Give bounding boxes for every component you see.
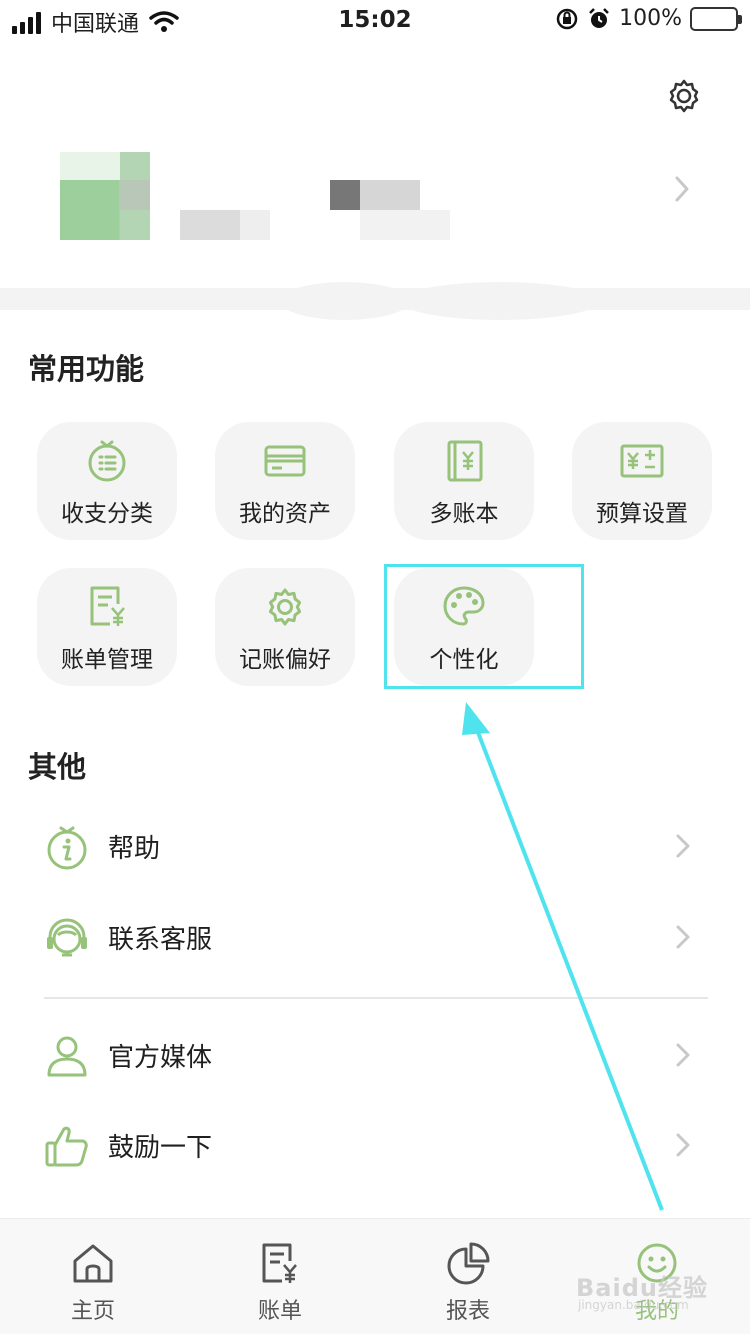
- list-item-encourage[interactable]: 鼓励一下: [0, 1105, 750, 1185]
- chevron-right-icon: [676, 1133, 690, 1157]
- alarm-icon: [589, 7, 609, 28]
- settings-gear-icon[interactable]: [664, 76, 704, 116]
- tab-label: 账单: [257, 1299, 302, 1324]
- tab-home[interactable]: 主页: [33, 1219, 153, 1334]
- feature-label: 记账偏好: [239, 647, 331, 673]
- status-right: 100%: [555, 6, 742, 31]
- list-item-label: 官方媒体: [108, 1043, 213, 1073]
- name-blur: [180, 210, 240, 240]
- tab-label: 主页: [70, 1299, 115, 1324]
- list-item-help[interactable]: 帮助: [0, 806, 750, 886]
- name-blur-5: [360, 210, 450, 240]
- divider: [44, 997, 708, 999]
- chevron-right-icon: [676, 834, 690, 858]
- feature-label: 预算设置: [596, 501, 688, 527]
- section-title-common: 常用功能: [28, 352, 145, 386]
- orientation-lock-icon: [556, 8, 578, 29]
- feature-label: 我的资产: [239, 501, 331, 527]
- header-divider: [0, 282, 750, 320]
- section-title-other: 其他: [28, 750, 87, 784]
- feature-tile-budget[interactable]: 预算设置: [572, 422, 712, 540]
- highlight-box: [384, 564, 584, 689]
- category-icon: [88, 440, 126, 482]
- list-item-label: 帮助: [108, 834, 161, 864]
- feature-tile-bills[interactable]: 账单管理: [37, 568, 177, 686]
- name-blur-2: [240, 210, 270, 240]
- list-item-label: 联系客服: [108, 925, 213, 955]
- tab-reports[interactable]: 报表: [408, 1219, 528, 1334]
- chevron-right-icon: [676, 1043, 690, 1067]
- home-icon: [73, 1244, 113, 1283]
- bill-icon: [90, 586, 125, 626]
- pie-chart-icon: [447, 1242, 490, 1285]
- battery-percent: 100%: [619, 6, 682, 31]
- feature-label: 多账本: [429, 501, 499, 527]
- gear-icon: [268, 588, 302, 626]
- name-blur-4: [360, 180, 420, 210]
- feature-tile-ledgers[interactable]: 多账本: [394, 422, 534, 540]
- ledger-book-icon: [447, 440, 483, 482]
- profile-card[interactable]: [0, 130, 750, 290]
- help-icon: [47, 826, 87, 870]
- chevron-right-icon: [676, 925, 690, 949]
- bill-icon: [262, 1243, 297, 1283]
- feature-label: 收支分类: [61, 501, 153, 527]
- list-item-support[interactable]: 联系客服: [0, 897, 750, 977]
- list-item-media[interactable]: 官方媒体: [0, 1015, 750, 1095]
- feature-tile-assets[interactable]: 我的资产: [215, 422, 355, 540]
- headset-icon: [47, 918, 87, 957]
- tab-bills[interactable]: 账单: [220, 1219, 340, 1334]
- budget-icon: [620, 444, 664, 478]
- feature-tile-preferences[interactable]: 记账偏好: [215, 568, 355, 686]
- user-icon: [47, 1036, 87, 1077]
- feature-tile-category[interactable]: 收支分类: [37, 422, 177, 540]
- list-item-label: 鼓励一下: [108, 1133, 213, 1163]
- name-blur-3: [330, 180, 360, 210]
- watermark-url: jingyan.baidu.com: [578, 1298, 689, 1312]
- status-bar: 中国联通 15:02 100%: [0, 0, 750, 42]
- tab-label: 报表: [445, 1299, 490, 1324]
- avatar: [60, 152, 150, 240]
- chevron-right-icon: [675, 176, 689, 202]
- battery-icon: [690, 6, 742, 31]
- feature-label: 账单管理: [61, 647, 153, 673]
- thumbs-up-icon: [45, 1126, 88, 1167]
- card-icon: [264, 445, 306, 477]
